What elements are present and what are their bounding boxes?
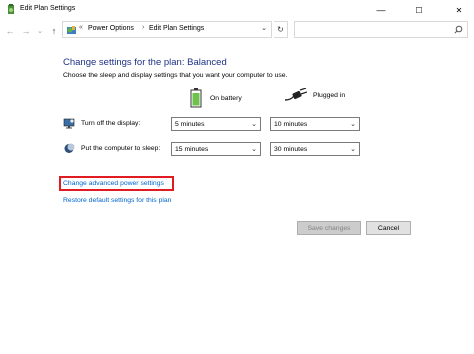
search-input[interactable]: [294, 21, 468, 38]
chevron-down-icon: ⌄: [251, 146, 257, 153]
close-button[interactable]: ✕: [446, 0, 472, 20]
save-changes-button[interactable]: Save changes: [297, 221, 361, 235]
power-plug-icon: [285, 88, 307, 101]
sleep-label: Put the computer to sleep:: [81, 145, 161, 152]
battery-icon: [190, 88, 202, 108]
breadcrumb-separator[interactable]: ›: [142, 24, 144, 31]
power-options-icon: [8, 4, 14, 14]
row-sleep: Put the computer to sleep:: [63, 143, 160, 154]
advanced-power-settings-link[interactable]: Change advanced power settings: [63, 180, 164, 187]
sleep-plugged-value: 30 minutes: [274, 145, 308, 153]
row-display: Turn off the display:: [63, 118, 140, 129]
page-heading: Change settings for the plan: Balanced: [63, 57, 227, 68]
minimize-button[interactable]: —: [368, 0, 394, 20]
address-overflow-chevron[interactable]: «: [79, 24, 83, 31]
column-label-battery: On battery: [210, 94, 242, 102]
sleep-plugged-select[interactable]: 30 minutes ⌄: [270, 142, 360, 156]
address-bar[interactable]: « Power Options › Edit Plan Settings ⌄: [62, 21, 272, 38]
address-dropdown-chevron-icon[interactable]: ⌄: [261, 24, 267, 32]
column-header-battery: On battery: [190, 88, 242, 108]
display-label: Turn off the display:: [81, 120, 141, 127]
maximize-button[interactable]: ☐: [406, 0, 432, 20]
title-bar: Edit Plan Settings — ☐ ✕: [0, 0, 474, 20]
chevron-down-icon: ⌄: [350, 121, 356, 128]
display-battery-select[interactable]: 5 minutes ⌄: [171, 117, 261, 131]
chevron-down-icon: ⌄: [251, 121, 257, 128]
search-icon: [454, 25, 463, 34]
sleep-battery-value: 15 minutes: [175, 145, 209, 153]
restore-defaults-link[interactable]: Restore default settings for this plan: [63, 197, 171, 204]
page-subtext: Choose the sleep and display settings th…: [63, 72, 288, 79]
display-plugged-select[interactable]: 10 minutes ⌄: [270, 117, 360, 131]
display-plugged-value: 10 minutes: [274, 120, 308, 128]
display-battery-value: 5 minutes: [175, 120, 205, 128]
window-title: Edit Plan Settings: [20, 5, 76, 12]
refresh-icon[interactable]: ↻: [274, 21, 288, 38]
control-panel-icon: [67, 26, 76, 34]
display-icon: [63, 118, 75, 129]
breadcrumb-edit-plan-settings[interactable]: Edit Plan Settings: [149, 25, 204, 32]
cancel-button[interactable]: Cancel: [366, 221, 411, 235]
recent-locations-chevron-icon[interactable]: ⌄: [34, 24, 46, 38]
sleep-moon-icon: [64, 143, 75, 153]
sleep-battery-select[interactable]: 15 minutes ⌄: [171, 142, 261, 156]
column-header-plugged: Plugged in: [285, 88, 345, 102]
forward-arrow-icon[interactable]: →: [20, 24, 32, 38]
up-arrow-icon[interactable]: ↑: [48, 24, 60, 38]
column-label-plugged: Plugged in: [313, 91, 346, 99]
breadcrumb-power-options[interactable]: Power Options: [88, 25, 134, 32]
back-arrow-icon[interactable]: ←: [4, 24, 16, 38]
chevron-down-icon: ⌄: [350, 146, 356, 153]
